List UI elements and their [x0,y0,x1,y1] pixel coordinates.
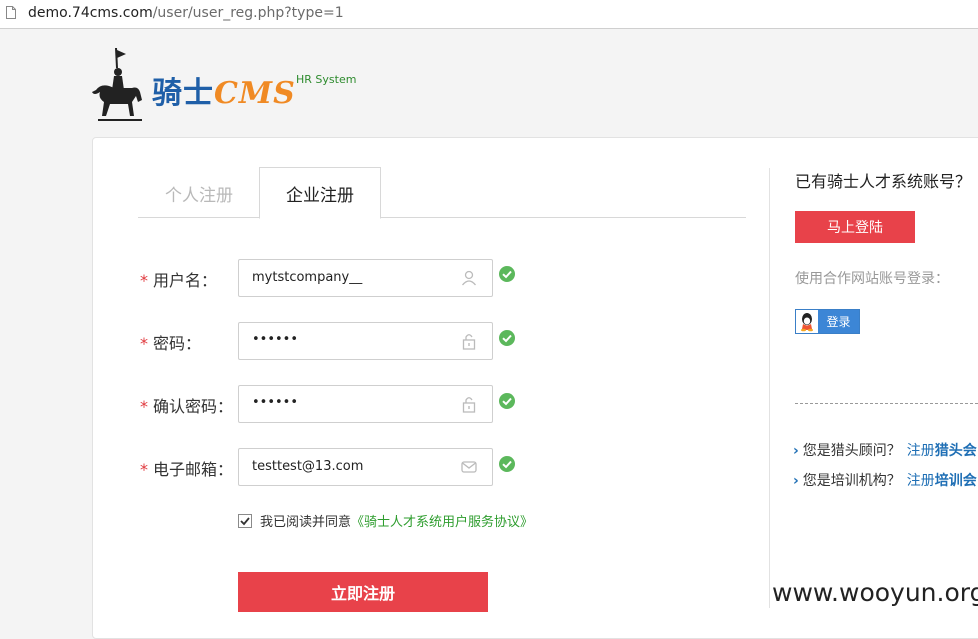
headhunter-register-link[interactable]: 注册 [907,443,935,459]
username-label-text: 用户名： [153,271,218,290]
email-label-text: 电子邮箱： [153,460,234,479]
training-question: 您是培训机构？ [802,473,901,489]
headhunter-member-link[interactable]: 猎头会 [935,443,977,459]
tab-company-register[interactable]: 企业注册 [259,167,381,219]
training-register-link[interactable]: 注册 [907,473,935,489]
qq-login-button[interactable]: 登录 [795,309,860,334]
checkmark-icon [240,516,250,525]
agreement-row: 我已阅读并同意 《骑士人才系统用户服务协议》 [238,511,533,530]
brand-text: 骑士 [152,76,214,111]
partner-login-label: 使用合作网站账号登录： [795,271,949,287]
knight-logo-icon [92,47,142,121]
mail-icon [461,461,477,473]
page-icon [6,6,16,19]
brand-tagline: HR System [296,73,357,86]
username-valid-check-icon [499,266,515,282]
tab-personal-register[interactable]: 个人注册 [140,168,258,218]
have-account-heading: 已有骑士人才系统账号？ [795,172,972,191]
address-bar[interactable]: demo.74cms.com/user/user_reg.php?type=1 [0,0,978,29]
agree-checkbox[interactable] [238,513,252,528]
chevron-right-icon: › [793,473,799,489]
required-mark: * [140,397,148,416]
confirm-password-input[interactable]: •••••• [238,385,493,423]
confirm-password-label-text: 确认密码： [153,397,234,416]
login-button[interactable]: 马上登陆 [795,211,915,243]
register-submit-button[interactable]: 立即注册 [238,572,488,612]
email-input[interactable]: testtest@13.com [238,448,493,486]
required-mark: * [140,460,148,479]
url-path: /user/user_reg.php?type=1 [152,5,344,21]
password-input[interactable]: •••••• [238,322,493,360]
url-host: demo.74cms.com [28,5,153,21]
user-icon [461,270,477,286]
required-mark: * [140,271,148,290]
password-label-text: 密码： [153,334,202,353]
headhunter-question: 您是猎头顾问？ [802,443,901,459]
password-valid-check-icon [499,330,515,346]
training-link-row: › 您是培训机构？ 注册培训会 [793,470,977,490]
sidebar-dashed-divider [795,403,978,404]
lock-icon [462,397,476,413]
lock-icon [462,334,476,350]
qq-penguin-icon [796,310,818,333]
password-value: •••••• [252,332,299,347]
chevron-right-icon: › [793,443,799,459]
site-logo[interactable]: 骑士CMS HR System [88,44,368,124]
email-valid-check-icon [499,456,515,472]
agree-text: 我已阅读并同意 [260,515,352,530]
qq-login-label: 登录 [818,310,859,333]
confirm-password-label: * 确认密码： [140,393,233,417]
password-label: * 密码： [140,330,201,354]
training-member-link[interactable]: 培训会 [935,473,977,489]
username-label: * 用户名： [140,267,217,291]
required-mark: * [140,334,148,353]
url-text[interactable]: demo.74cms.com/user/user_reg.php?type=1 [28,5,344,21]
sidebar-divider [769,168,770,608]
headhunter-link-row: › 您是猎头顾问？ 注册猎头会 [793,440,977,460]
username-input[interactable]: mytstcompany__ [238,259,493,297]
brand-cms: CMS [214,76,296,111]
brand-name: 骑士CMS [152,68,296,112]
email-label: * 电子邮箱： [140,456,233,480]
email-value: testtest@13.com [252,459,364,474]
username-value: mytstcompany__ [252,270,363,285]
tab-divider [138,217,746,218]
agreement-link[interactable]: 《骑士人才系统用户服务协议》 [351,511,533,530]
confirm-password-valid-check-icon [499,393,515,409]
confirm-password-value: •••••• [252,395,299,410]
watermark-text: www.wooyun.org [772,578,978,607]
